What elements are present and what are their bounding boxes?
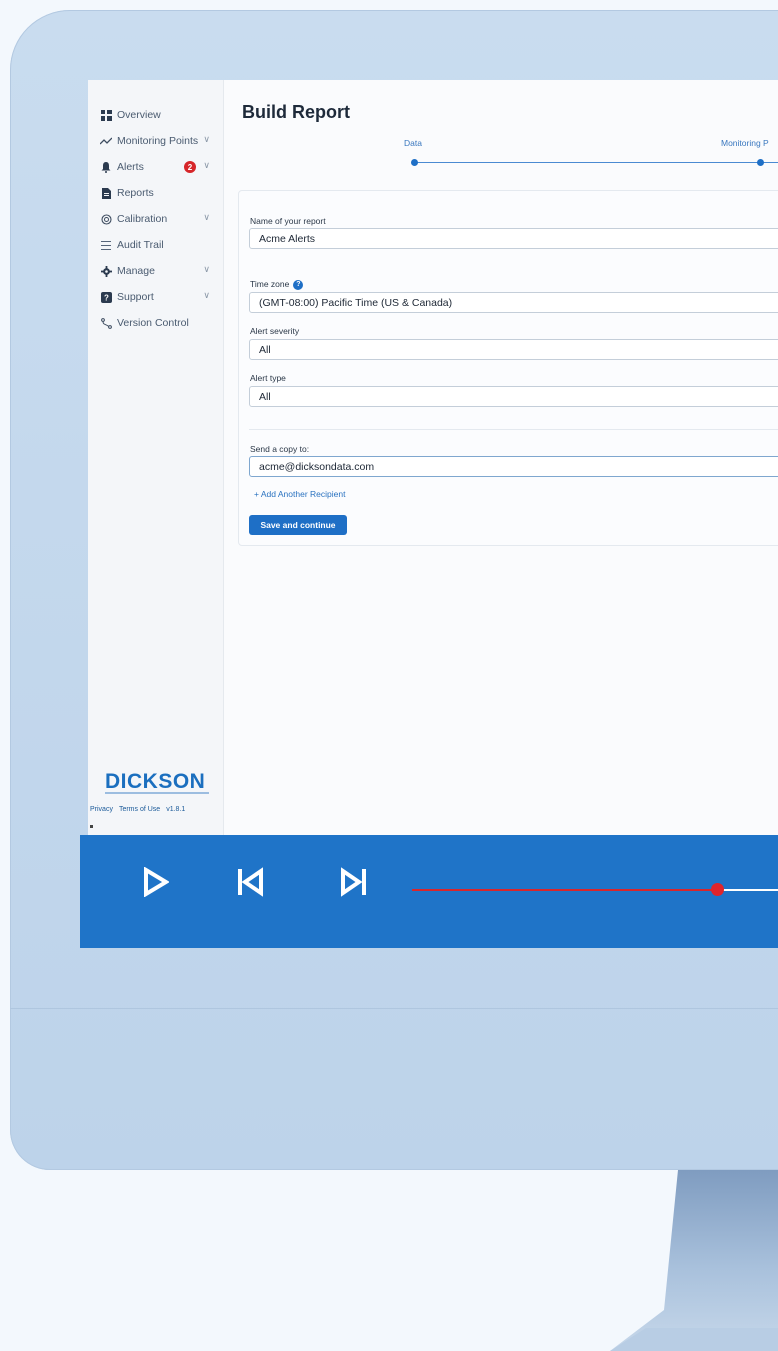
app-screen: Overview Monitoring Points ∨ Alerts 2 ∨: [88, 80, 778, 835]
sidebar-item-label: Audit Trail: [117, 239, 164, 251]
progress-scrubber[interactable]: [710, 883, 724, 896]
footer-links: Privacy Terms of Use v1.8.1: [90, 806, 185, 813]
chevron-down-icon[interactable]: ∨: [203, 212, 210, 223]
main-content: Build Report Data Monitoring P Name of y…: [225, 80, 778, 835]
stage: Overview Monitoring Points ∨ Alerts 2 ∨: [0, 0, 778, 1351]
timezone-label-text: Time zone: [250, 279, 290, 289]
play-button[interactable]: [136, 862, 176, 902]
form-divider: [249, 429, 778, 430]
send-copy-email-input[interactable]: acme@dicksondata.com: [249, 456, 778, 477]
sidebar-item-audit-trail[interactable]: Audit Trail: [100, 236, 220, 254]
page-title: Build Report: [242, 102, 350, 122]
timezone-label: Time zone?: [250, 279, 304, 290]
sidebar-item-reports[interactable]: Reports: [100, 184, 220, 202]
branch-icon: [100, 317, 112, 329]
chevron-down-icon[interactable]: ∨: [203, 290, 210, 301]
version-label: v1.8.1: [166, 806, 186, 813]
report-name-input[interactable]: Acme Alerts: [249, 228, 778, 249]
sidebar-item-manage[interactable]: Manage ∨: [100, 262, 220, 280]
sidebar-item-overview[interactable]: Overview: [100, 106, 220, 124]
sidebar-item-label: Manage: [117, 265, 155, 277]
help-icon[interactable]: ?: [293, 279, 304, 290]
alerts-count-badge: 2: [184, 161, 196, 173]
step-data-dot[interactable]: [411, 159, 418, 166]
sidebar-item-label: Version Control: [117, 317, 189, 329]
sidebar-item-label: Support: [117, 291, 154, 303]
alert-type-label: Alert type: [250, 373, 286, 383]
sidebar-item-version-control[interactable]: Version Control: [100, 314, 220, 332]
save-and-continue-button[interactable]: Save and continue: [249, 515, 347, 535]
video-player-controls: [80, 835, 778, 948]
trend-line-icon: [100, 135, 112, 147]
step-data-label[interactable]: Data: [404, 138, 422, 148]
play-icon: [144, 867, 169, 897]
sidebar-item-support[interactable]: ? Support ∨: [100, 288, 220, 306]
chevron-down-icon[interactable]: ∨: [203, 160, 210, 171]
sidebar-item-label: Alerts: [117, 161, 144, 173]
stepper-track: [413, 162, 778, 163]
next-button[interactable]: [334, 862, 374, 902]
sidebar-item-calibration[interactable]: Calibration ∨: [100, 210, 220, 228]
monitor-stand: [610, 1170, 778, 1351]
sidebar: Overview Monitoring Points ∨ Alerts 2 ∨: [88, 80, 224, 835]
document-icon: [100, 187, 112, 199]
gear-icon: [100, 265, 112, 277]
alert-severity-select[interactable]: All: [249, 339, 778, 360]
report-name-label: Name of your report: [250, 216, 326, 226]
chevron-down-icon[interactable]: ∨: [203, 264, 210, 275]
step-monitoring-points-label[interactable]: Monitoring P: [721, 138, 769, 148]
sidebar-item-alerts[interactable]: Alerts 2 ∨: [100, 158, 220, 176]
help-icon: ?: [100, 291, 112, 303]
add-recipient-link[interactable]: + Add Another Recipient: [254, 489, 345, 499]
sidebar-item-label: Overview: [117, 109, 161, 121]
list-icon: [100, 239, 112, 251]
progress-fill: [412, 889, 717, 891]
monitor-stand-base: [610, 1328, 778, 1351]
alert-type-select[interactable]: All: [249, 386, 778, 407]
step-monitoring-points-dot[interactable]: [757, 159, 764, 166]
sidebar-item-label: Reports: [117, 187, 154, 199]
monitor-chin-divider: [10, 1008, 778, 1009]
resize-marker: [90, 825, 93, 828]
sidebar-item-label: Monitoring Points: [117, 135, 199, 147]
gauge-icon: [100, 213, 112, 225]
logo-tagline-bar: [105, 792, 209, 794]
timezone-select[interactable]: (GMT-08:00) Pacific Time (US & Canada): [249, 292, 778, 313]
previous-button[interactable]: [230, 862, 270, 902]
send-copy-label: Send a copy to:: [250, 444, 310, 454]
terms-link[interactable]: Terms of Use: [119, 806, 160, 813]
progress-track[interactable]: [412, 883, 778, 896]
skip-forward-icon: [341, 867, 366, 897]
svg-text:?: ?: [104, 293, 109, 302]
sidebar-item-monitoring-points[interactable]: Monitoring Points ∨: [100, 132, 220, 150]
skip-back-icon: [238, 867, 263, 897]
privacy-link[interactable]: Privacy: [90, 806, 113, 813]
dickson-logo: DICKSON: [105, 770, 206, 793]
bell-icon: [100, 161, 112, 173]
chevron-down-icon[interactable]: ∨: [203, 134, 210, 145]
report-form-card: Name of your report Acme Alerts Time zon…: [238, 190, 778, 546]
alert-severity-label: Alert severity: [250, 326, 300, 336]
dashboard-icon: [100, 109, 112, 121]
sidebar-item-label: Calibration: [117, 213, 168, 225]
